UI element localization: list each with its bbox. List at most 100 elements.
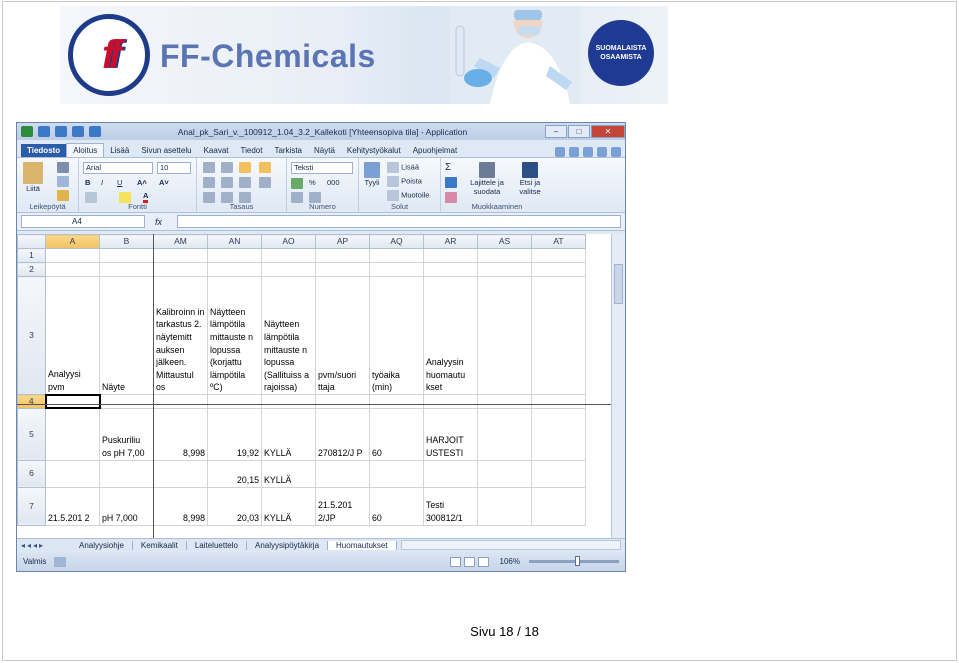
cell[interactable]: 20,15: [207, 459, 262, 488]
column-header[interactable]: AM: [153, 234, 208, 249]
row-header[interactable]: 6: [17, 459, 46, 488]
cell[interactable]: 8,998: [153, 407, 208, 461]
cell[interactable]: 270812/J P: [315, 407, 370, 461]
cell[interactable]: [477, 407, 532, 461]
cell[interactable]: [153, 459, 208, 488]
align-bottom-icon[interactable]: [239, 162, 251, 173]
cell[interactable]: [369, 394, 424, 409]
row-header[interactable]: 2: [17, 262, 46, 277]
tab-developer[interactable]: Kehitystyökalut: [341, 144, 407, 157]
cell[interactable]: [45, 262, 100, 277]
cell[interactable]: 21.5.201 2/JP: [315, 486, 370, 526]
fill-icon[interactable]: [445, 177, 457, 188]
cell[interactable]: [531, 459, 586, 488]
cell[interactable]: [423, 248, 478, 263]
cell[interactable]: [369, 459, 424, 488]
sort-filter-button[interactable]: Lajittele ja suodata: [465, 162, 509, 196]
sheet-tab[interactable]: Laiteluettelo: [187, 540, 247, 550]
format-painter-icon[interactable]: [57, 190, 69, 201]
column-header[interactable]: AO: [261, 234, 316, 249]
sheet-nav-arrows[interactable]: ◂◂◂▸: [17, 541, 71, 550]
tab-view[interactable]: Näytä: [308, 144, 341, 157]
cell[interactable]: [315, 248, 370, 263]
cell[interactable]: [423, 394, 478, 409]
formula-input[interactable]: [177, 215, 621, 228]
maximize-button[interactable]: □: [568, 125, 590, 138]
page-layout-view-icon[interactable]: [463, 556, 475, 567]
number-format-combo[interactable]: Teksti: [291, 162, 353, 174]
row-header[interactable]: 4: [17, 394, 46, 409]
zoom-level[interactable]: 106%: [500, 557, 520, 566]
cell[interactable]: Testi 300812/1: [423, 486, 478, 526]
cell[interactable]: 21.5.201 2: [45, 486, 100, 526]
cell[interactable]: KYLLÄ: [261, 486, 316, 526]
cell[interactable]: [207, 394, 262, 409]
align-top-icon[interactable]: [203, 162, 215, 173]
cell[interactable]: [99, 262, 154, 277]
column-header[interactable]: AQ: [369, 234, 424, 249]
cell[interactable]: [369, 248, 424, 263]
cell[interactable]: [477, 262, 532, 277]
scroll-thumb[interactable]: [614, 264, 623, 304]
column-header[interactable]: AS: [477, 234, 532, 249]
align-center-icon[interactable]: [221, 177, 233, 188]
cell[interactable]: 60: [369, 486, 424, 526]
excel-app-icon[interactable]: [21, 126, 33, 137]
sheet-tab[interactable]: Kemikaalit: [133, 540, 187, 550]
italic-button[interactable]: I: [101, 178, 103, 187]
cell[interactable]: KYLLÄ: [261, 459, 316, 488]
autosum-icon[interactable]: Σ: [445, 162, 451, 173]
cell[interactable]: 19,92: [207, 407, 262, 461]
cell[interactable]: [477, 248, 532, 263]
row-header[interactable]: 7: [17, 486, 46, 526]
cell[interactable]: [207, 248, 262, 263]
tab-review[interactable]: Tarkista: [268, 144, 308, 157]
cell[interactable]: [261, 394, 316, 409]
cell[interactable]: työaika (min): [369, 276, 424, 395]
insert-cells-button[interactable]: Lisää: [387, 162, 419, 173]
vertical-scrollbar[interactable]: [611, 234, 625, 538]
column-header[interactable]: B: [99, 234, 154, 249]
cell[interactable]: Puskuriliu os pH 7,00: [99, 407, 154, 461]
cell[interactable]: [261, 262, 316, 277]
grow-font-icon[interactable]: A˄: [137, 178, 147, 187]
redo-icon[interactable]: [72, 126, 84, 137]
bold-button[interactable]: B: [85, 178, 90, 187]
zoom-slider[interactable]: [529, 556, 619, 566]
cell[interactable]: Analyysin huomautu kset: [423, 276, 478, 395]
style-button[interactable]: Tyyli: [361, 162, 383, 187]
cell[interactable]: [99, 248, 154, 263]
cell[interactable]: [423, 459, 478, 488]
wrap-text-icon[interactable]: [259, 162, 271, 173]
workbook-close-icon[interactable]: [611, 147, 621, 157]
cell[interactable]: [477, 459, 532, 488]
cell[interactable]: 20,03: [207, 486, 262, 526]
close-button[interactable]: ✕: [591, 125, 625, 138]
column-header[interactable]: A: [45, 234, 100, 249]
cell[interactable]: [315, 459, 370, 488]
currency-icon[interactable]: [291, 178, 303, 189]
tab-file[interactable]: Tiedosto: [21, 144, 67, 157]
name-box[interactable]: A4: [21, 215, 145, 228]
cell[interactable]: [45, 407, 100, 461]
column-header[interactable]: AP: [315, 234, 370, 249]
cell[interactable]: [423, 262, 478, 277]
cell[interactable]: [531, 486, 586, 526]
minimize-ribbon-icon[interactable]: [555, 147, 565, 157]
worksheet-grid[interactable]: A B AM AN AO AP AQ AR AS AT 1 2 3 Analyysi …: [17, 234, 613, 538]
cell[interactable]: pH 7,000: [99, 486, 154, 526]
percent-button[interactable]: %: [309, 178, 316, 187]
insert-function-icon[interactable]: fx: [155, 217, 177, 227]
zoom-slider-handle[interactable]: [575, 556, 580, 566]
format-cells-button[interactable]: Muotoile: [387, 190, 429, 201]
workbook-restore-icon[interactable]: [597, 147, 607, 157]
cell[interactable]: [477, 394, 532, 409]
cell[interactable]: [153, 248, 208, 263]
page-break-view-icon[interactable]: [477, 556, 489, 567]
shrink-font-icon[interactable]: A˅: [159, 178, 169, 187]
cell[interactable]: [531, 248, 586, 263]
cell[interactable]: [45, 248, 100, 263]
tab-data[interactable]: Tiedot: [235, 144, 269, 157]
cell[interactable]: [531, 394, 586, 409]
cell[interactable]: KYLLÄ: [261, 407, 316, 461]
